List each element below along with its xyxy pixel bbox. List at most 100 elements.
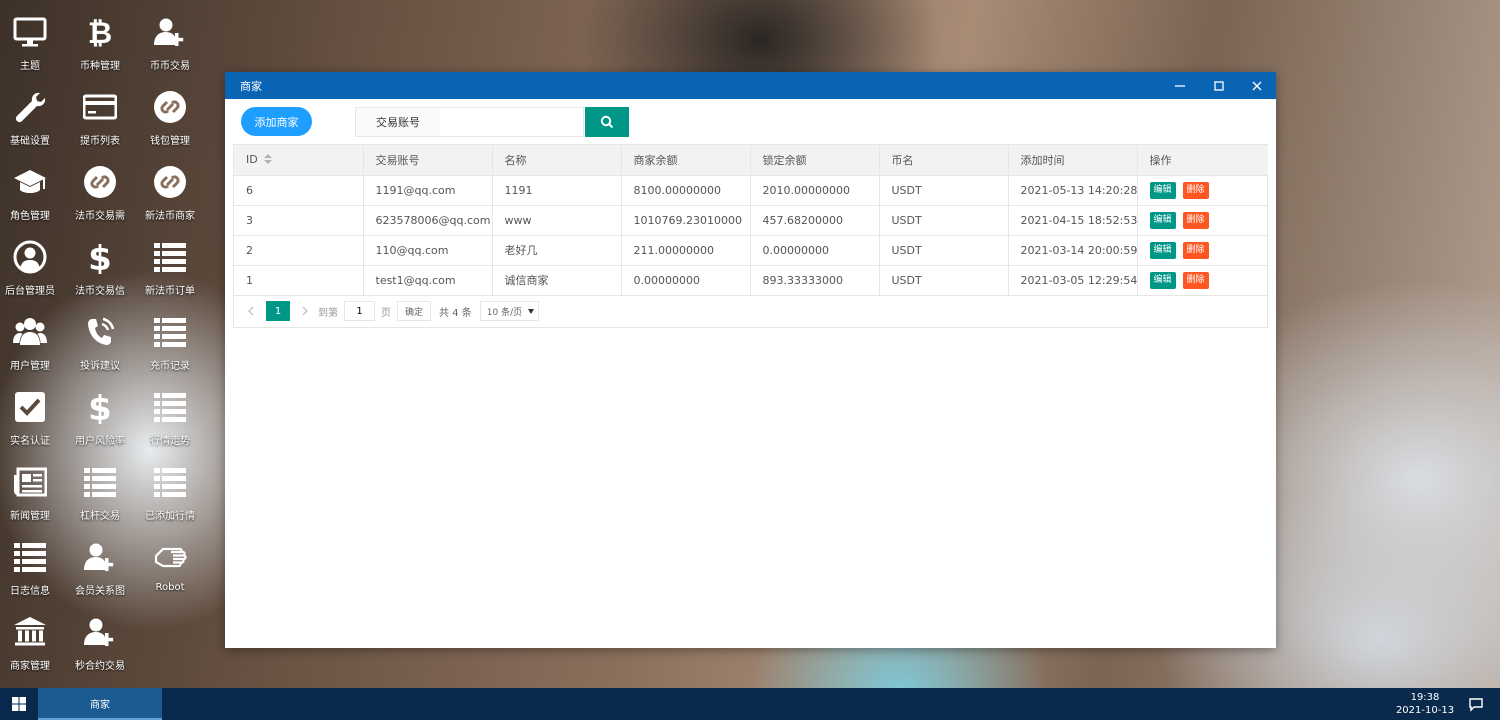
edit-button[interactable]: 编辑: [1149, 241, 1176, 259]
cell-actions: 编辑 删除: [1137, 235, 1268, 266]
desktop-shortcut-label: 商家管理: [10, 661, 50, 672]
desktop-shortcut[interactable]: 基础设置: [0, 75, 65, 150]
edit-button[interactable]: 编辑: [1149, 271, 1176, 289]
add-merchant-button[interactable]: 添加商家: [241, 107, 312, 136]
cell-coin: USDT: [879, 265, 1009, 296]
dollar-icon: $: [82, 239, 118, 275]
desktop-shortcut[interactable]: 日志信息: [0, 525, 65, 600]
current-page[interactable]: 1: [266, 301, 290, 321]
goto-page-input[interactable]: [344, 301, 375, 321]
desktop-shortcut[interactable]: 主题: [0, 0, 65, 75]
desktop-shortcut[interactable]: 会员关系图: [65, 525, 135, 600]
merchant-window: 商家 添加商家 交易账号 ID 交易账号 名称 商家余额 锁定余额 币名 添加时…: [225, 72, 1276, 648]
delete-button[interactable]: 删除: [1182, 181, 1209, 199]
table-row[interactable]: 3 623578006@qq.com www 1010769.23010000 457.…: [234, 205, 1268, 236]
delete-button[interactable]: 删除: [1182, 271, 1209, 289]
desktop-shortcut[interactable]: 秒合约交易: [65, 600, 135, 675]
cell-actions: 编辑 删除: [1137, 175, 1268, 206]
desktop-shortcut[interactable]: $ 用户风险率: [65, 375, 135, 450]
desktop-shortcut[interactable]: $ 法币交易信: [65, 225, 135, 300]
close-button[interactable]: [1238, 72, 1275, 99]
desktop-shortcut[interactable]: 角色管理: [0, 150, 65, 225]
edit-button[interactable]: 编辑: [1149, 181, 1176, 199]
cell-time: 2021-03-14 20:00:59: [1008, 235, 1138, 266]
desktop-shortcut[interactable]: ₿ 币种管理: [65, 0, 135, 75]
cell-coin: USDT: [879, 175, 1009, 206]
svg-text:$: $: [88, 240, 112, 274]
desktop-shortcut-label: 会员关系图: [75, 586, 125, 597]
page-size-select[interactable]: 10 条/页: [479, 301, 540, 321]
desktop-shortcut-label: 币种管理: [80, 61, 120, 72]
desktop-shortcut[interactable]: 商家管理: [0, 600, 65, 675]
column-header-balance: 商家余额: [621, 145, 751, 176]
cell-id: 6: [234, 175, 364, 206]
desktop-shortcut[interactable]: 钱包管理: [135, 75, 205, 150]
cell-locked: 0.00000000: [750, 235, 880, 266]
desktop-shortcut-label: 钱包管理: [150, 136, 190, 147]
credit-card-icon: [82, 89, 118, 125]
desktop-shortcut-label: 秒合约交易: [75, 661, 125, 672]
monitor-icon: [12, 14, 48, 50]
list-icon: [152, 314, 188, 350]
maximize-button[interactable]: [1200, 72, 1237, 99]
wrench-icon: [12, 89, 48, 125]
desktop-shortcut[interactable]: 行情走势: [135, 375, 205, 450]
page-unit-label: 页: [381, 307, 391, 319]
notification-button[interactable]: [1462, 688, 1490, 720]
column-header-coin: 币名: [879, 145, 1009, 176]
desktop-shortcut-label: 投诉建议: [80, 361, 120, 372]
desktop-shortcut[interactable]: 用户管理: [0, 300, 65, 375]
desktop-shortcut-label: 币币交易: [150, 61, 190, 72]
delete-button[interactable]: 删除: [1182, 211, 1209, 229]
search-icon: [600, 115, 614, 129]
sort-icon[interactable]: [263, 154, 272, 165]
desktop-shortcut[interactable]: 实名认证: [0, 375, 65, 450]
system-clock[interactable]: 19:38 2021-10-13: [1390, 691, 1460, 717]
desktop-shortcut[interactable]: 杠杆交易: [65, 450, 135, 525]
desktop-shortcut[interactable]: Robot: [135, 525, 205, 600]
desktop-shortcut[interactable]: 新法币商家: [135, 150, 205, 225]
column-header-id[interactable]: ID: [234, 145, 364, 176]
goto-confirm-button[interactable]: 确定: [397, 301, 432, 321]
taskbar-item-merchant[interactable]: 商家: [38, 688, 162, 720]
prev-page-button[interactable]: [244, 302, 258, 320]
cell-account: 1191@qq.com: [363, 175, 493, 206]
cell-time: 2021-04-15 18:52:53: [1008, 205, 1138, 236]
next-page-button[interactable]: [298, 302, 312, 320]
delete-button[interactable]: 删除: [1182, 241, 1209, 259]
desktop-shortcut[interactable]: 充币记录: [135, 300, 205, 375]
desktop-shortcut[interactable]: 后台管理员: [0, 225, 65, 300]
start-button[interactable]: [0, 688, 38, 720]
desktop-shortcut[interactable]: 新法币订单: [135, 225, 205, 300]
minimize-icon: [1174, 84, 1185, 87]
list-icon: [152, 464, 188, 500]
search-button[interactable]: [585, 107, 629, 137]
desktop-shortcut[interactable]: 投诉建议: [65, 300, 135, 375]
desktop-shortcut-label: 主题: [20, 61, 40, 72]
desktop-shortcut-label: 新闻管理: [10, 511, 50, 522]
minimize-button[interactable]: [1161, 72, 1198, 99]
desktop-shortcut-label: 后台管理员: [5, 286, 55, 297]
cell-account: 623578006@qq.com: [363, 205, 493, 236]
goto-label: 到第: [318, 307, 338, 319]
edit-button[interactable]: 编辑: [1149, 211, 1176, 229]
chain-link-icon: [152, 89, 188, 125]
desktop-shortcut-label: 法币交易需: [75, 211, 125, 222]
table-row[interactable]: 6 1191@qq.com 1191 8100.00000000 2010.000000…: [234, 175, 1268, 206]
account-search-input[interactable]: [440, 107, 584, 137]
merchant-table: ID 交易账号 名称 商家余额 锁定余额 币名 添加时间 操作 6 1191@qq…: [234, 145, 1268, 296]
window-titlebar[interactable]: 商家: [225, 72, 1276, 99]
desktop-shortcut[interactable]: 提币列表: [65, 75, 135, 150]
table-row[interactable]: 2 110@qq.com 老好几 211.00000000 0.00000000 USDT…: [234, 235, 1268, 266]
column-header-account: 交易账号: [363, 145, 493, 176]
table-header-row: ID 交易账号 名称 商家余额 锁定余额 币名 添加时间 操作: [234, 145, 1268, 176]
table-row[interactable]: 1 test1@qq.com 诚信商家 0.00000000 893.33333000 U…: [234, 265, 1268, 296]
cell-time: 2021-03-05 12:29:54: [1008, 265, 1138, 296]
desktop-shortcut[interactable]: 法币交易需: [65, 150, 135, 225]
desktop-shortcut[interactable]: 新闻管理: [0, 450, 65, 525]
desktop-shortcut[interactable]: 已添加行情: [135, 450, 205, 525]
desktop-shortcut[interactable]: 币币交易: [135, 0, 205, 75]
desktop-shortcut-label: 基础设置: [10, 136, 50, 147]
maximize-icon: [1213, 80, 1224, 91]
desktop-shortcut-label: 用户管理: [10, 361, 50, 372]
